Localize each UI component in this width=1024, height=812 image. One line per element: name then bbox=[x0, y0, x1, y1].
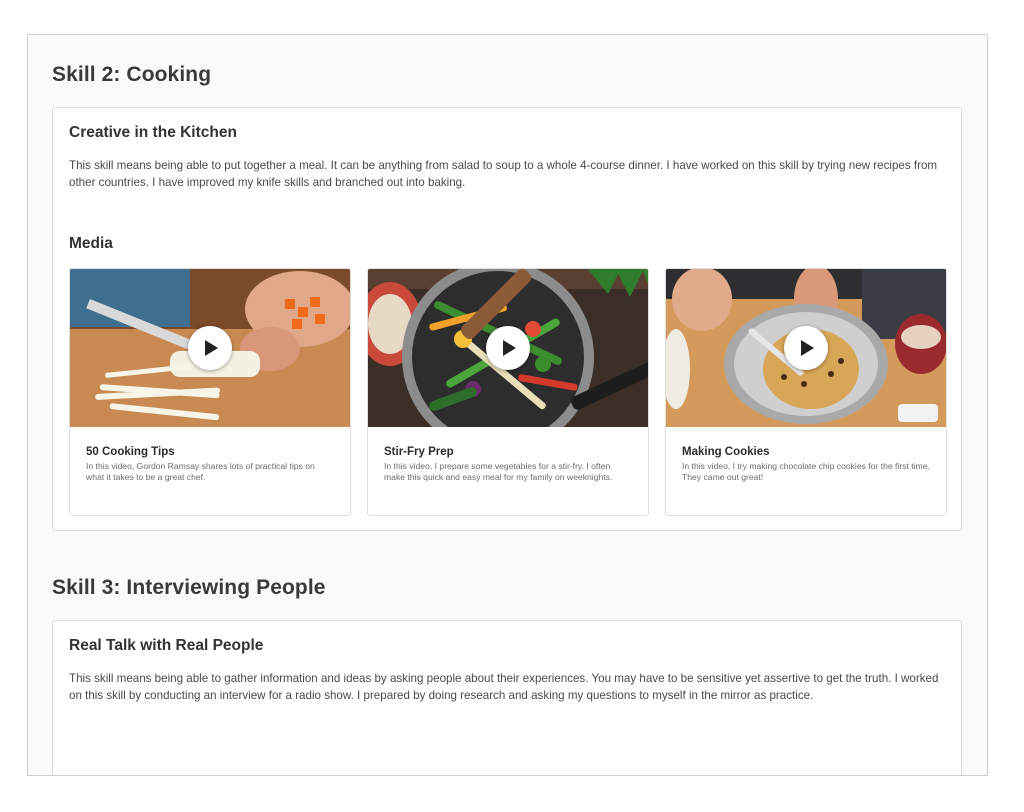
skill-3-description: This skill means being able to gather in… bbox=[69, 672, 939, 702]
media-heading: Media bbox=[69, 235, 113, 252]
video-thumbnail[interactable] bbox=[70, 269, 350, 427]
video-description: In this video, I try making chocolate ch… bbox=[682, 461, 930, 482]
skill-3-panel: Real Talk with Real People This skill me… bbox=[52, 620, 962, 775]
video-title: 50 Cooking Tips bbox=[86, 446, 175, 458]
play-icon[interactable] bbox=[188, 326, 232, 370]
media-card-stir-fry[interactable]: Stir-Fry Prep In this video, I prepare s… bbox=[367, 268, 649, 516]
media-card-making-cookies[interactable]: Making Cookies In this video, I try maki… bbox=[665, 268, 947, 516]
video-title: Making Cookies bbox=[682, 446, 770, 458]
skill-3-heading: Skill 3: Interviewing People bbox=[52, 576, 326, 599]
skill-2-heading: Skill 2: Cooking bbox=[52, 63, 212, 86]
video-thumbnail[interactable] bbox=[368, 269, 648, 427]
video-thumbnail[interactable] bbox=[666, 269, 946, 427]
portfolio-page: Skill 2: Cooking Creative in the Kitchen… bbox=[27, 34, 988, 776]
skill-3-card-title: Real Talk with Real People bbox=[69, 637, 264, 654]
skill-2-card-title: Creative in the Kitchen bbox=[69, 124, 237, 141]
video-title: Stir-Fry Prep bbox=[384, 446, 454, 458]
skill-2-description: This skill means being able to put toget… bbox=[69, 159, 938, 189]
video-description: In this video, I prepare some vegetables… bbox=[384, 461, 613, 482]
play-icon[interactable] bbox=[486, 326, 530, 370]
video-description: In this video, Gordon Ramsay shares lots… bbox=[86, 461, 315, 482]
play-icon[interactable] bbox=[784, 326, 828, 370]
skill-2-panel: Creative in the Kitchen This skill means… bbox=[52, 107, 962, 531]
media-card-cooking-tips[interactable]: 50 Cooking Tips In this video, Gordon Ra… bbox=[69, 268, 351, 516]
